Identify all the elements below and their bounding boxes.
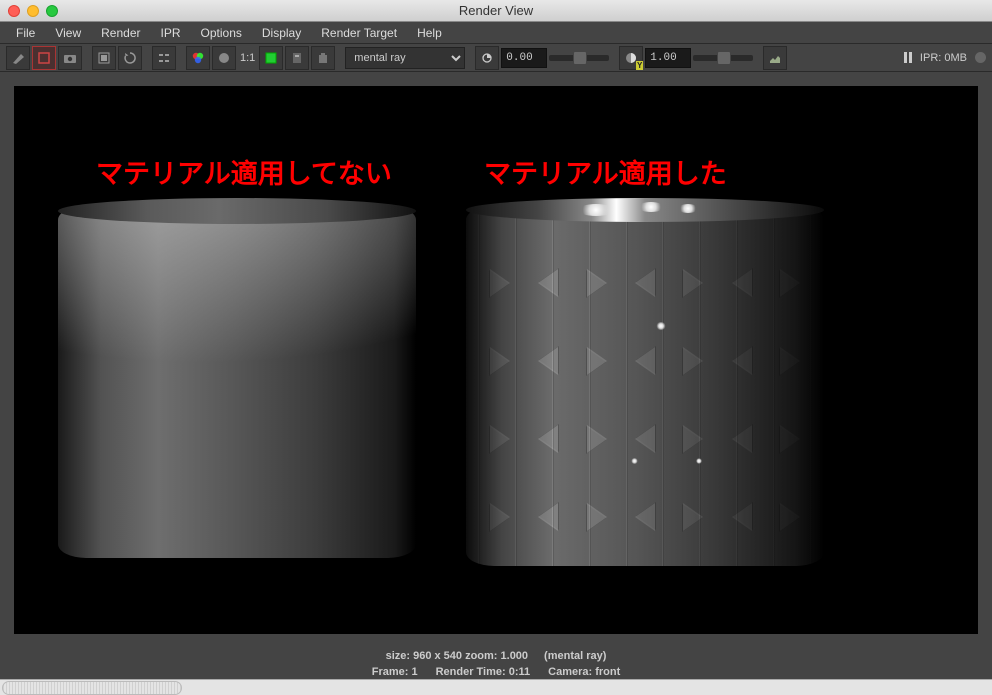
menu-render[interactable]: Render bbox=[91, 23, 150, 43]
menu-help[interactable]: Help bbox=[407, 23, 452, 43]
menu-view[interactable]: View bbox=[45, 23, 91, 43]
minimize-window-button[interactable] bbox=[27, 5, 39, 17]
zoom-ratio-label[interactable]: 1:1 bbox=[238, 52, 257, 64]
render-region-icon[interactable] bbox=[32, 46, 56, 70]
save-image-icon[interactable] bbox=[763, 46, 787, 70]
keep-image-icon[interactable] bbox=[285, 46, 309, 70]
ipr-status-label: IPR: 0MB bbox=[920, 52, 967, 64]
annotation-left: マテリアル適用してない bbox=[96, 152, 392, 191]
exposure-icon[interactable] bbox=[475, 46, 499, 70]
ipr-status-dot bbox=[975, 52, 986, 63]
rgb-channels-icon[interactable] bbox=[186, 46, 210, 70]
window-titlebar: Render View bbox=[0, 0, 992, 22]
ipr-pause-icon[interactable] bbox=[904, 52, 912, 63]
maximize-window-button[interactable] bbox=[46, 5, 58, 17]
menu-options[interactable]: Options bbox=[191, 23, 252, 43]
horizontal-scrollbar[interactable] bbox=[0, 679, 992, 695]
menu-render-target[interactable]: Render Target bbox=[311, 23, 407, 43]
menu-file[interactable]: File bbox=[6, 23, 45, 43]
menu-display[interactable]: Display bbox=[252, 23, 311, 43]
alpha-channel-icon[interactable] bbox=[212, 46, 236, 70]
close-window-button[interactable] bbox=[8, 5, 20, 17]
gamma-slider[interactable] bbox=[693, 55, 753, 61]
menu-ipr[interactable]: IPR bbox=[151, 23, 191, 43]
exposure-slider[interactable] bbox=[549, 55, 609, 61]
status-frame: Frame: 1 bbox=[372, 666, 418, 678]
status-time: Render Time: 0:11 bbox=[436, 666, 531, 678]
snapshot-icon[interactable] bbox=[58, 46, 82, 70]
status-camera: Camera: front bbox=[548, 666, 620, 678]
render-object-plain-cylinder bbox=[58, 198, 416, 558]
redo-render-icon[interactable] bbox=[6, 46, 30, 70]
status-size: size: 960 x 540 zoom: 1.000 bbox=[386, 650, 528, 662]
status-bar-line1: size: 960 x 540 zoom: 1.000 (mental ray) bbox=[0, 648, 992, 664]
refresh-icon[interactable] bbox=[118, 46, 142, 70]
status-renderer: (mental ray) bbox=[544, 650, 606, 662]
gamma-icon[interactable]: Y bbox=[619, 46, 643, 70]
renderer-select[interactable]: mental ray bbox=[345, 47, 465, 69]
window-title: Render View bbox=[0, 3, 992, 18]
render-object-displaced-cylinder bbox=[466, 198, 824, 566]
render-viewport[interactable]: マテリアル適用してない マテリアル適用した bbox=[14, 86, 978, 634]
status-bar-line2: Frame: 1 Render Time: 0:11 Camera: front bbox=[0, 664, 992, 679]
annotation-right: マテリアル適用した bbox=[484, 152, 727, 191]
remove-image-icon[interactable] bbox=[311, 46, 335, 70]
real-size-icon[interactable] bbox=[259, 46, 283, 70]
gamma-value[interactable]: 1.00 bbox=[645, 48, 691, 68]
toolbar: 1:1 mental ray 0.00 Y 1.00 IPR: 0MB bbox=[0, 44, 992, 72]
exposure-value[interactable]: 0.00 bbox=[501, 48, 547, 68]
ipr-render-icon[interactable] bbox=[92, 46, 116, 70]
render-settings-icon[interactable] bbox=[152, 46, 176, 70]
menu-bar: File View Render IPR Options Display Ren… bbox=[0, 22, 992, 44]
